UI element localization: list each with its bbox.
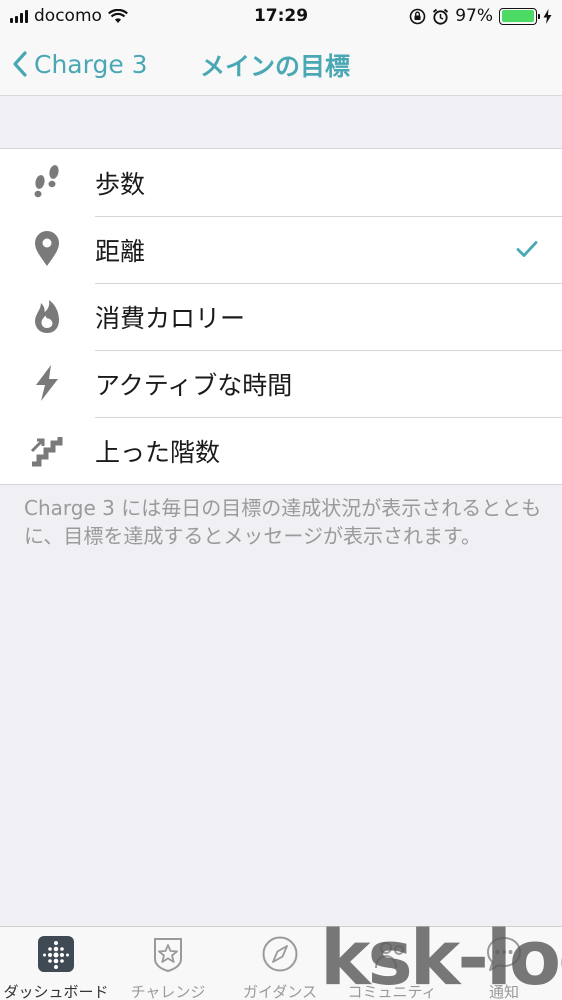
- checkmark-icon: [516, 241, 538, 257]
- goal-label-active-minutes: アクティブな時間: [95, 370, 293, 400]
- compass-icon: [262, 936, 298, 972]
- chat-bubble-icon: [487, 937, 521, 971]
- star-badge-icon: [154, 938, 182, 973]
- stairs-icon: [30, 437, 63, 467]
- signal-icon: [10, 9, 28, 23]
- tab-label-community: コミュニティ: [347, 983, 437, 1000]
- community-icon: [375, 942, 404, 969]
- status-bar: docomo 17:29 97%: [0, 0, 562, 32]
- status-left: docomo: [10, 6, 128, 26]
- page-title: メインの目標: [200, 52, 351, 81]
- tab-challenges[interactable]: チャレンジ: [112, 935, 224, 1000]
- tab-guidance[interactable]: ガイダンス: [224, 935, 336, 1000]
- goal-label-distance: 距離: [95, 236, 146, 266]
- goal-label-floors: 上った階数: [95, 437, 221, 467]
- chevron-left-icon: [13, 51, 27, 77]
- footsteps-icon: [34, 165, 59, 198]
- goal-label-steps: 歩数: [95, 169, 146, 199]
- goal-list: 歩数 距離 消費カロリー アクティブな時間 上った階数: [0, 148, 562, 485]
- goal-item-steps[interactable]: 歩数: [0, 149, 562, 216]
- battery-percent: 97%: [455, 6, 493, 26]
- status-right: 97%: [409, 6, 552, 26]
- carrier-label: docomo: [34, 6, 102, 26]
- tab-label-notifications: 通知: [488, 983, 519, 1000]
- battery-level: [501, 10, 534, 22]
- tab-dashboard[interactable]: ダッシュボード: [0, 935, 112, 1000]
- goal-item-distance[interactable]: 距離: [0, 216, 562, 283]
- tab-bar: ダッシュボード チャレンジ ガイダンス コミュニティ 通知: [0, 926, 562, 1000]
- goal-description: Charge 3 には毎日の目標の達成状況が表示されるとともに、目標を達成すると…: [24, 496, 542, 548]
- location-pin-icon: [35, 231, 59, 266]
- tab-label-challenges: チャレンジ: [130, 983, 206, 1000]
- lightning-icon: [36, 365, 58, 401]
- charging-icon: [543, 8, 552, 24]
- tab-notifications[interactable]: 通知: [448, 935, 560, 1000]
- back-label: Charge 3: [34, 49, 148, 79]
- alarm-icon: [433, 8, 449, 25]
- orientation-lock-icon: [409, 8, 426, 24]
- goal-item-active-minutes[interactable]: アクティブな時間: [0, 350, 562, 417]
- goal-item-floors[interactable]: 上った階数: [0, 417, 562, 484]
- navigation-bar: Charge 3 メインの目標: [0, 32, 562, 96]
- goal-label-calories: 消費カロリー: [95, 303, 246, 333]
- back-button[interactable]: Charge 3: [12, 46, 148, 82]
- wifi-icon: [107, 8, 128, 23]
- tab-community[interactable]: コミュニティ: [336, 935, 448, 1000]
- battery-icon: [499, 7, 540, 25]
- flame-icon: [35, 300, 59, 333]
- tab-label-dashboard: ダッシュボード: [3, 983, 109, 1000]
- goal-item-calories[interactable]: 消費カロリー: [0, 283, 562, 350]
- tab-label-guidance: ガイダンス: [242, 983, 318, 1000]
- dashboard-icon: [38, 936, 74, 972]
